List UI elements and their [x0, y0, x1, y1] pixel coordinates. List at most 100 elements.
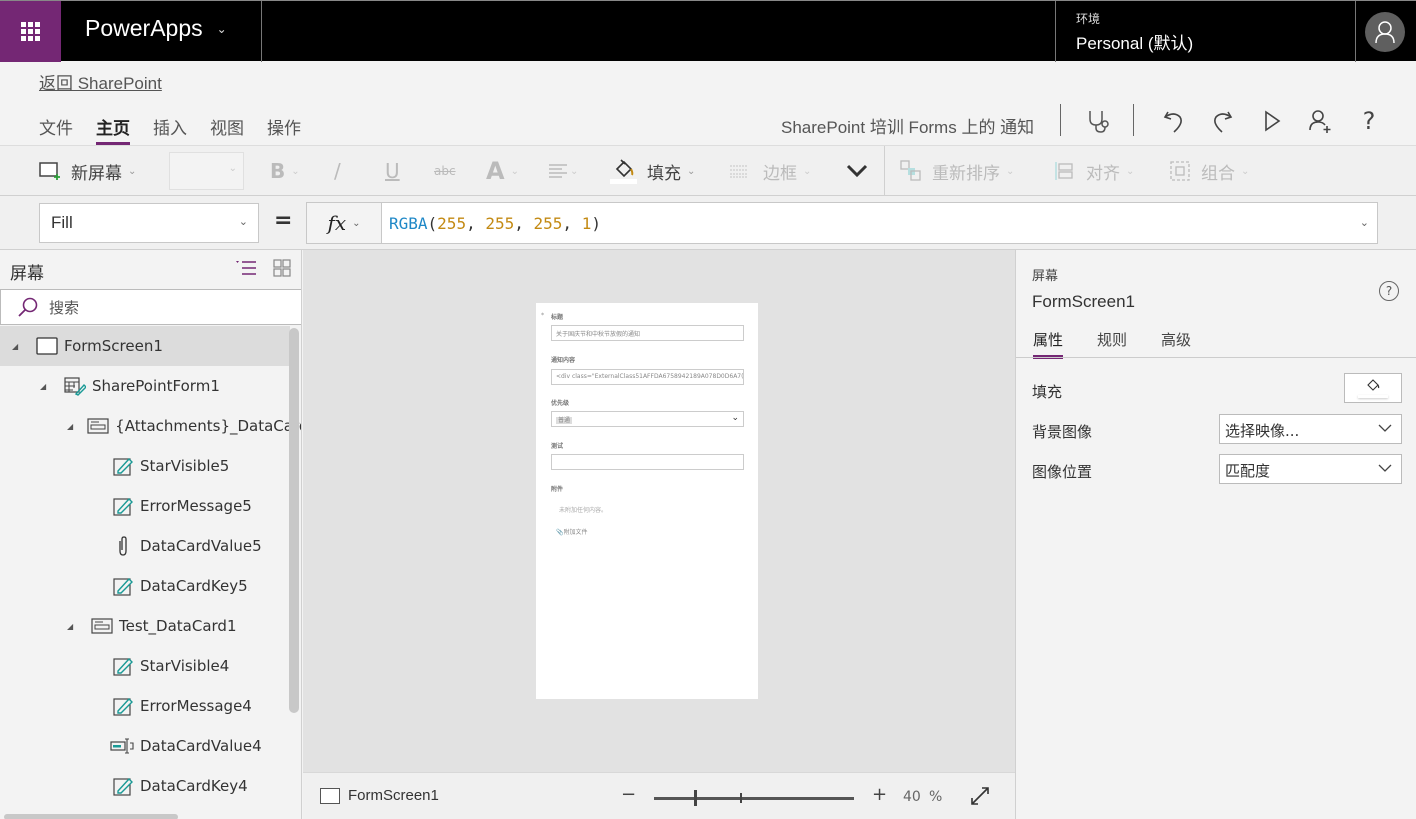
tree-view-icon[interactable]	[235, 259, 257, 277]
tree-item-datacardkey5[interactable]: DataCardKey5	[0, 566, 290, 606]
expand-caret-icon[interactable]: ◢	[12, 342, 22, 351]
thumbnail-view-icon[interactable]	[273, 259, 291, 277]
preview-app-button[interactable]	[1257, 106, 1287, 136]
edit-label-icon	[112, 496, 134, 516]
horizontal-scrollbar[interactable]	[4, 814, 178, 819]
divider	[1016, 357, 1416, 358]
border-button[interactable]: 边框 ⌄	[729, 146, 811, 196]
tree-item-label: SharePointForm1	[92, 377, 220, 395]
ribbon-expand-button[interactable]	[846, 146, 868, 196]
zoom-slider-thumb[interactable]	[694, 790, 697, 806]
tree-item-datacardkey4[interactable]: DataCardKey4	[0, 766, 290, 806]
bold-icon: B	[270, 159, 286, 183]
font-color-icon: A	[486, 157, 505, 185]
tree-item-attachments-datacard1[interactable]: ◢ {Attachments}_DataCard1	[0, 406, 301, 446]
group-label: 组合	[1201, 163, 1235, 184]
priority-dropdown[interactable]: 普通 ⌄	[551, 411, 744, 427]
font-size-select[interactable]: ⌄	[169, 152, 244, 190]
tab-file[interactable]: 文件	[39, 114, 73, 143]
chevron-down-icon: ⌄	[803, 165, 812, 177]
tab-properties[interactable]: 属性	[1033, 329, 1064, 359]
tab-advanced[interactable]: 高级	[1161, 329, 1191, 358]
app-checker-button[interactable]	[1083, 106, 1113, 136]
tree-item-errormessage5[interactable]: ErrorMessage5	[0, 486, 290, 526]
tree-item-starvisible4[interactable]: StarVisible4	[0, 646, 290, 686]
screen-preview[interactable]: * 标题 关于国庆节和中秋节放假的通知 通知内容 <div class="Ext…	[536, 303, 758, 699]
undo-button[interactable]	[1159, 106, 1189, 136]
user-avatar-button[interactable]	[1365, 12, 1405, 52]
new-screen-button[interactable]: 新屏幕 ⌄	[39, 146, 136, 196]
control-name[interactable]: FormScreen1	[1032, 292, 1135, 312]
title-field[interactable]: 关于国庆节和中秋节放假的通知	[551, 325, 744, 341]
image-position-value: 匹配度	[1225, 462, 1271, 480]
tree-item-errormessage4[interactable]: ErrorMessage4	[0, 686, 290, 726]
tree-item-test-datacard1[interactable]: ◢ Test_DataCard1	[0, 606, 290, 646]
fill-color-picker[interactable]	[1344, 373, 1402, 403]
underline-button[interactable]: U	[385, 146, 400, 196]
environment-picker[interactable]: 环境 Personal (默认)	[1076, 10, 1193, 54]
help-button[interactable]: ?	[1354, 106, 1384, 136]
text-align-button[interactable]: ⌄	[548, 146, 578, 196]
bold-button[interactable]: B ⌄	[270, 146, 300, 196]
new-screen-icon	[39, 162, 60, 180]
function-picker-button[interactable]: fx ⌄	[306, 202, 382, 244]
formula-arg: 1	[581, 214, 592, 233]
tab-view[interactable]: 视图	[210, 114, 244, 143]
tab-action[interactable]: 操作	[267, 114, 301, 143]
fit-to-window-button[interactable]	[969, 785, 991, 811]
search-icon	[18, 297, 38, 317]
search-input[interactable]: 搜索	[0, 289, 301, 325]
image-position-select[interactable]: 匹配度	[1219, 454, 1402, 484]
expand-formula-icon[interactable]: ⌄	[1360, 216, 1369, 229]
formula-input[interactable]: RGBA(255, 255, 255, 1) ⌄	[381, 202, 1378, 244]
tree-item-datacardvalue4[interactable]: DataCardValue4	[0, 726, 290, 766]
font-color-button[interactable]: A ⌄	[486, 146, 519, 196]
group-icon	[1170, 161, 1190, 181]
fill-label: 填充	[1032, 383, 1063, 401]
design-canvas[interactable]: * 标题 关于国庆节和中秋节放假的通知 通知内容 <div class="Ext…	[303, 250, 1015, 772]
reorder-button[interactable]: 重新排序 ⌄	[900, 146, 1014, 196]
datacard-icon	[87, 416, 109, 436]
attach-file-link[interactable]: 📎附加文件	[556, 527, 588, 536]
chevron-down-icon: ⌄	[570, 165, 579, 177]
vertical-scrollbar[interactable]	[289, 328, 299, 713]
expand-caret-icon[interactable]: ◢	[40, 382, 50, 391]
attach-file-label: 附加文件	[563, 529, 588, 536]
expand-caret-icon[interactable]: ◢	[67, 422, 73, 431]
edit-label-icon	[112, 656, 134, 676]
tree-item-starvisible5[interactable]: StarVisible5	[0, 446, 290, 486]
redo-button[interactable]	[1207, 106, 1237, 136]
content-field[interactable]: <div class="ExternalClass51AFFDA67589421…	[551, 369, 744, 385]
current-screen-indicator[interactable]: FormScreen1	[320, 787, 439, 804]
align-button[interactable]: 对齐 ⌄	[1054, 146, 1134, 196]
test-field[interactable]	[551, 454, 744, 470]
italic-button[interactable]: /	[334, 146, 341, 196]
tab-rules[interactable]: 规则	[1097, 329, 1127, 358]
chevron-down-icon: ⌄	[1241, 165, 1250, 177]
strikethrough-button[interactable]: abc	[434, 146, 456, 196]
app-title-menu[interactable]: PowerApps ⌄	[85, 15, 227, 42]
tab-insert[interactable]: 插入	[153, 114, 187, 143]
zoom-out-button[interactable]: −	[621, 784, 636, 805]
group-button[interactable]: 组合 ⌄	[1169, 146, 1249, 196]
tab-home[interactable]: 主页	[96, 114, 130, 145]
help-icon: ?	[1362, 107, 1376, 135]
back-to-sharepoint-link[interactable]: 返回 SharePoint	[39, 69, 162, 94]
tree-item-formscreen1[interactable]: ◢ FormScreen1	[0, 326, 290, 366]
tree-item-datacardvalue5[interactable]: DataCardValue5	[0, 526, 290, 566]
tree: ◢ FormScreen1 ◢ SharePointForm1 ◢ {Attac…	[0, 326, 301, 806]
chevron-down-icon: ⌄	[352, 217, 361, 229]
fill-button[interactable]: 填充 ⌄	[610, 146, 695, 196]
zoom-slider[interactable]	[654, 790, 854, 806]
background-image-select[interactable]: 选择映像...	[1219, 414, 1402, 444]
tree-item-label: DataCardKey5	[140, 577, 248, 595]
waffle-icon	[21, 22, 40, 41]
property-select[interactable]: Fill ⌄	[39, 203, 259, 243]
tree-item-sharepointform1[interactable]: ◢ SharePointForm1	[0, 366, 290, 406]
app-launcher-button[interactable]	[0, 1, 61, 62]
help-icon[interactable]: ?	[1379, 281, 1399, 301]
share-button[interactable]	[1305, 106, 1335, 136]
expand-caret-icon[interactable]: ◢	[67, 622, 77, 631]
tree-view-panel: 屏幕 搜索 ◢ FormScreen1 ◢ SharePointForm1 ◢ …	[0, 250, 302, 819]
zoom-in-button[interactable]: +	[872, 784, 887, 805]
